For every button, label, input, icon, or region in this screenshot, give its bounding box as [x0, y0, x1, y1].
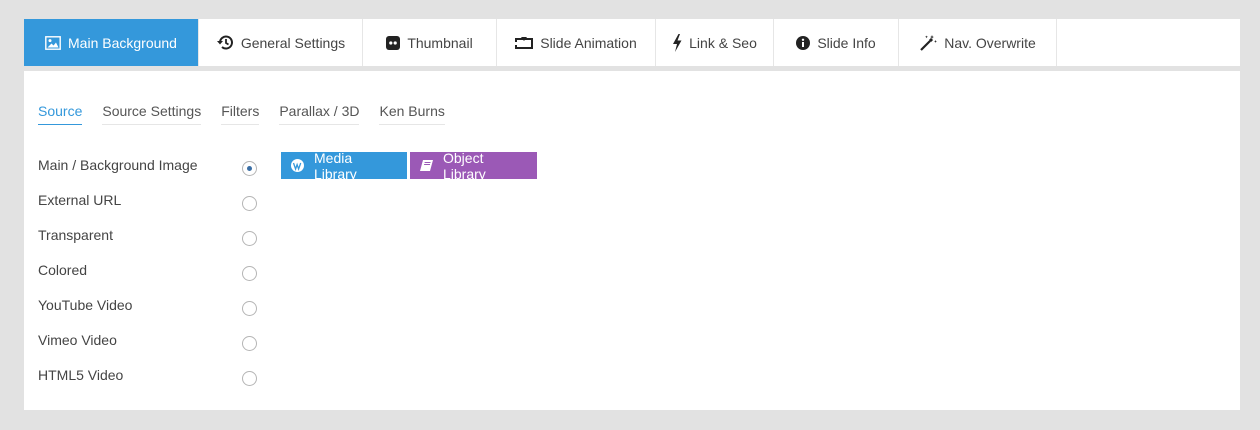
radio-main-background-image[interactable] — [242, 161, 257, 176]
source-subtabs: Source Source Settings Filters Parallax … — [38, 103, 465, 125]
option-label: External URL — [38, 192, 122, 208]
animation-icon — [515, 36, 534, 49]
radio-html5-video[interactable] — [242, 371, 257, 386]
source-options: Main / Background Image External URL Tra… — [38, 157, 258, 402]
tab-main-background[interactable]: Main Background — [24, 19, 199, 66]
tab-label: Nav. Overwrite — [944, 34, 1036, 51]
tab-label: Slide Info — [817, 34, 876, 51]
option-label: YouTube Video — [38, 297, 133, 313]
tab-general-settings[interactable]: General Settings — [199, 19, 363, 66]
subtab-source[interactable]: Source — [38, 103, 83, 125]
option-label: Main / Background Image — [38, 157, 198, 173]
tab-label: Main Background — [68, 34, 177, 51]
option-label: Vimeo Video — [38, 332, 117, 348]
tab-slide-animation[interactable]: Slide Animation — [497, 19, 656, 66]
tab-slide-info[interactable]: Slide Info — [774, 19, 899, 66]
media-library-button[interactable]: Media Library — [281, 149, 407, 182]
thumbnail-icon — [386, 35, 401, 50]
source-option-colored: Colored — [38, 262, 258, 297]
wordpress-icon — [291, 159, 304, 172]
tab-label: Slide Animation — [540, 34, 637, 51]
subtab-source-settings[interactable]: Source Settings — [102, 103, 202, 125]
source-option-transparent: Transparent — [38, 227, 258, 262]
radio-youtube-video[interactable] — [242, 301, 257, 316]
source-option-vimeo-video: Vimeo Video — [38, 332, 258, 367]
info-icon — [796, 35, 811, 50]
radio-colored[interactable] — [242, 266, 257, 281]
tab-label: Link & Seo — [689, 34, 757, 51]
option-label: Transparent — [38, 227, 113, 243]
tab-label: General Settings — [240, 34, 346, 51]
option-label: Colored — [38, 262, 88, 278]
button-label: Media Library — [314, 149, 357, 182]
radio-selected-dot — [247, 166, 252, 171]
history-icon — [216, 34, 234, 51]
button-label: Object Library — [443, 149, 486, 182]
main-tab-bar: Main Background General Settings Thumbna… — [24, 19, 1240, 66]
source-option-main-background-image: Main / Background Image — [38, 157, 258, 192]
object-library-button[interactable]: Object Library — [410, 149, 537, 182]
subtab-ken-burns[interactable]: Ken Burns — [379, 103, 445, 125]
source-option-external-url: External URL — [38, 192, 258, 227]
book-icon — [420, 160, 433, 171]
image-icon — [45, 35, 61, 50]
tab-nav-overwrite[interactable]: Nav. Overwrite — [899, 19, 1057, 66]
tab-label: Thumbnail — [407, 34, 473, 51]
subtab-filters[interactable]: Filters — [221, 103, 260, 125]
radio-transparent[interactable] — [242, 231, 257, 246]
library-buttons: Media Library Object Library — [281, 149, 537, 182]
option-label: HTML5 Video — [38, 367, 124, 383]
tab-link-seo[interactable]: Link & Seo — [656, 19, 774, 66]
source-option-youtube-video: YouTube Video — [38, 297, 258, 332]
source-option-html5-video: HTML5 Video — [38, 367, 258, 402]
slide-editor-panel: Main Background General Settings Thumbna… — [24, 19, 1240, 410]
subtab-parallax-3d[interactable]: Parallax / 3D — [279, 103, 360, 125]
bolt-icon — [672, 33, 682, 52]
magic-wand-icon — [919, 34, 938, 51]
tab-bar-divider — [24, 66, 1240, 71]
radio-vimeo-video[interactable] — [242, 336, 257, 351]
radio-external-url[interactable] — [242, 196, 257, 211]
tab-thumbnail[interactable]: Thumbnail — [363, 19, 497, 66]
